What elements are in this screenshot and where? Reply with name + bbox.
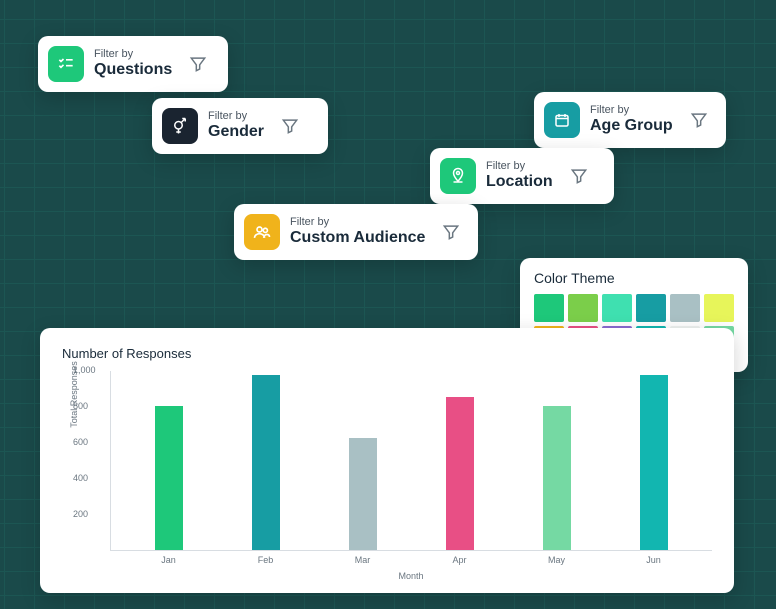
funnel-icon	[569, 166, 589, 186]
color-swatch[interactable]	[670, 294, 700, 322]
calendar-icon	[544, 102, 580, 138]
responses-chart: Number of Responses Total Responses 2004…	[40, 328, 734, 593]
filter-questions[interactable]: Filter by Questions	[38, 36, 228, 92]
chart-ytick: 600	[73, 437, 88, 447]
filter-label: Custom Audience	[290, 229, 425, 247]
chart-xtick: Jan	[120, 555, 217, 565]
color-swatch[interactable]	[534, 294, 564, 322]
chart-xtick: Mar	[314, 555, 411, 565]
filter-label: Age Group	[590, 117, 673, 135]
chart-xtick: Apr	[411, 555, 508, 565]
filter-age-group[interactable]: Filter by Age Group	[534, 92, 726, 148]
chart-ytick: 1,000	[73, 365, 96, 375]
pin-icon	[440, 158, 476, 194]
gender-icon	[162, 108, 198, 144]
filter-location[interactable]: Filter by Location	[430, 148, 614, 204]
chart-bar[interactable]	[446, 397, 474, 550]
chart-ytick: 400	[73, 473, 88, 483]
chart-bar[interactable]	[252, 375, 280, 550]
color-swatch[interactable]	[636, 294, 666, 322]
color-swatch[interactable]	[704, 294, 734, 322]
filter-prelabel: Filter by	[590, 104, 673, 117]
chart-ytick: 200	[73, 509, 88, 519]
chart-xaxis: JanFebMarAprMayJun	[110, 551, 712, 565]
filter-prelabel: Filter by	[290, 216, 425, 229]
funnel-icon	[188, 54, 208, 74]
chart-plot-area: Total Responses 2004006008001,000	[110, 371, 712, 551]
filter-prelabel: Filter by	[208, 110, 264, 123]
color-swatch[interactable]	[568, 294, 598, 322]
filter-prelabel: Filter by	[94, 48, 172, 61]
chart-xlabel: Month	[110, 571, 712, 581]
color-swatch[interactable]	[602, 294, 632, 322]
funnel-icon	[441, 222, 461, 242]
chart-xtick: Jun	[605, 555, 702, 565]
filter-label: Questions	[94, 61, 172, 79]
chart-xtick: May	[508, 555, 605, 565]
filter-label: Gender	[208, 123, 264, 141]
chart-bar[interactable]	[640, 375, 668, 550]
chart-bar[interactable]	[349, 438, 377, 550]
checklist-icon	[48, 46, 84, 82]
chart-ytick: 800	[73, 401, 88, 411]
funnel-icon	[280, 116, 300, 136]
filter-prelabel: Filter by	[486, 160, 553, 173]
filter-gender[interactable]: Filter by Gender	[152, 98, 328, 154]
funnel-icon	[689, 110, 709, 130]
people-icon	[244, 214, 280, 250]
filter-label: Location	[486, 173, 553, 191]
chart-title: Number of Responses	[62, 346, 712, 361]
chart-xtick: Feb	[217, 555, 314, 565]
filter-custom-audience[interactable]: Filter by Custom Audience	[234, 204, 478, 260]
chart-bar[interactable]	[155, 406, 183, 550]
color-theme-title: Color Theme	[534, 270, 734, 286]
chart-bar[interactable]	[543, 406, 571, 550]
